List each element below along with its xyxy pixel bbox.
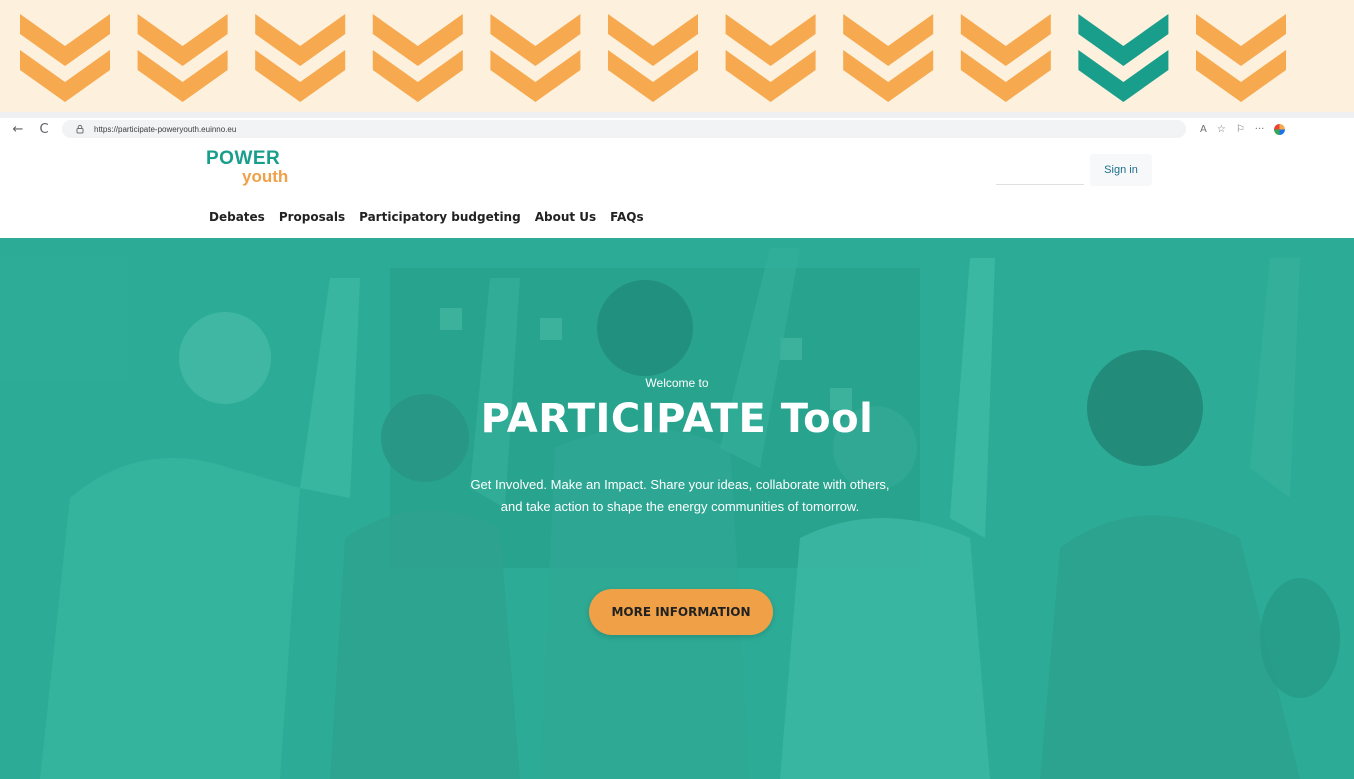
more-information-button[interactable]: MORE INFORMATION (589, 589, 773, 635)
browser-toolbar-actions: A ☆ ⚐ ··· (1200, 123, 1286, 135)
header-divider (996, 184, 1084, 185)
nav-proposals[interactable]: Proposals (279, 210, 345, 224)
address-bar[interactable]: https://participate-poweryouth.euinno.eu (62, 120, 1186, 138)
hero-section: Welcome to PARTICIPATE Tool Get Involved… (0, 238, 1354, 779)
hero-eyebrow: Welcome to (645, 376, 709, 390)
chevron-shape (1196, 14, 1286, 66)
chevron-shape (20, 14, 110, 66)
chevron-shape (255, 14, 346, 66)
browser-window: ← C https://participate-poweryouth.euinn… (0, 112, 1354, 779)
nav-debates[interactable]: Debates (209, 210, 265, 224)
hero-title: PARTICIPATE Tool (480, 396, 874, 442)
chevron-shape (372, 14, 463, 66)
chevron-shape (608, 14, 698, 66)
nav-faqs[interactable]: FAQs (610, 210, 643, 224)
favorites-star-icon[interactable]: ☆ (1217, 124, 1226, 135)
chevron-pattern (20, 14, 1286, 102)
back-arrow-icon[interactable]: ← (8, 119, 28, 139)
nav-about-us[interactable]: About Us (535, 210, 596, 224)
nav-participatory-budgeting[interactable]: Participatory budgeting (359, 210, 521, 224)
main-navigation: Debates Proposals Participatory budgetin… (209, 210, 644, 224)
hero-description: Get Involved. Make an Impact. Share your… (470, 477, 890, 514)
chevron-shape (137, 14, 228, 66)
chevron-shape (843, 14, 934, 66)
collections-icon[interactable]: ⚐ (1236, 124, 1245, 135)
more-options-icon[interactable]: ··· (1255, 124, 1265, 135)
profile-avatar-icon[interactable] (1274, 123, 1286, 135)
chevron-shape (490, 14, 581, 66)
read-aloud-icon[interactable]: A (1200, 124, 1207, 135)
lock-icon[interactable] (72, 121, 88, 137)
chevron-shape (960, 14, 1051, 66)
reload-icon[interactable]: C (34, 119, 54, 139)
chevron-shape (1078, 14, 1169, 66)
decorative-chevron-banner (0, 0, 1354, 112)
browser-toolbar: ← C https://participate-poweryouth.euinn… (0, 118, 1354, 140)
sign-in-button[interactable]: Sign in (1090, 154, 1152, 186)
url-text[interactable]: https://participate-poweryouth.euinno.eu (94, 125, 236, 134)
chevron-shape (725, 14, 816, 66)
site-header: POWER youth Sign in Debates Proposals Pa… (0, 140, 1354, 239)
power-youth-logo[interactable]: POWER youth (206, 148, 316, 190)
logo-youth-text: youth (242, 167, 289, 186)
hero-content: Welcome to PARTICIPATE Tool Get Involved… (0, 238, 1354, 779)
